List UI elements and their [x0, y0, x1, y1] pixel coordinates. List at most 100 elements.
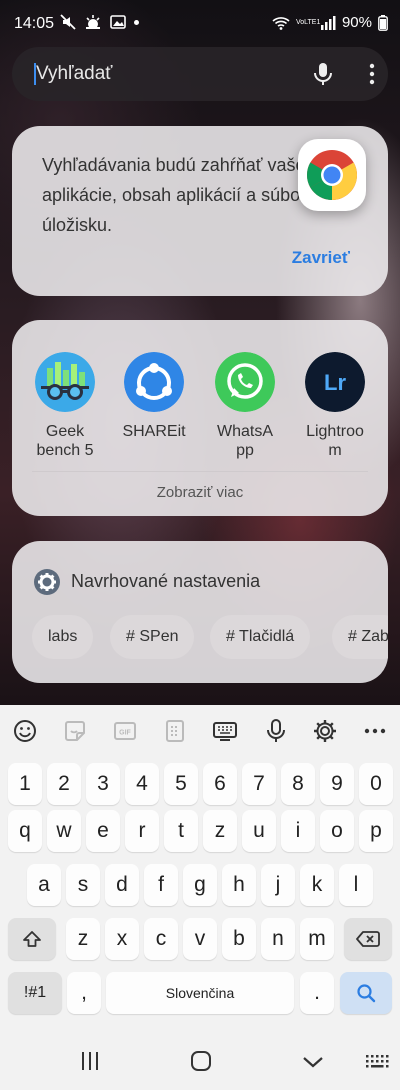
key-5[interactable]: 5	[164, 763, 198, 805]
key-0[interactable]: 0	[359, 763, 393, 805]
app-label: WhatsA pp	[216, 423, 273, 459]
backspace-key[interactable]	[344, 918, 392, 960]
app-whatsapp[interactable]: WhatsA pp	[205, 352, 285, 460]
shift-key[interactable]	[8, 918, 56, 960]
key-i[interactable]: i	[281, 810, 315, 852]
whatsapp-icon	[215, 352, 275, 412]
key-r[interactable]: r	[125, 810, 159, 852]
keyboard-grid-icon[interactable]	[365, 1054, 389, 1070]
app-label: Geek bench 5	[36, 423, 94, 459]
chip-tlacidla[interactable]: # Tlačidlá	[210, 615, 311, 659]
chip-spen[interactable]: # SPen	[110, 615, 195, 659]
more-options-icon[interactable]	[362, 61, 382, 87]
keyboard: GIF 1 2 3 4 5 6 7 8 9 0 q w e r t z u i …	[0, 705, 400, 1090]
app-label: SHAREit	[122, 423, 186, 440]
network-type-label: VoLTE1	[295, 19, 321, 26]
key-p[interactable]: p	[359, 810, 393, 852]
key-m[interactable]: m	[300, 918, 334, 960]
signal-icon	[320, 15, 336, 30]
comma-key[interactable]: ,	[67, 972, 101, 1014]
key-u[interactable]: u	[242, 810, 276, 852]
shareit-icon	[124, 352, 184, 412]
suggested-settings-card: Navrhované nastavenia labs # SPen # Tlač…	[12, 541, 388, 683]
space-key[interactable]: Slovenčina	[106, 972, 294, 1014]
back-chevron-icon[interactable]	[301, 1054, 325, 1070]
shift-icon	[23, 931, 41, 947]
key-a[interactable]: a	[27, 864, 61, 906]
key-3[interactable]: 3	[86, 763, 120, 805]
keyboard-icon[interactable]	[212, 718, 238, 744]
key-h[interactable]: h	[222, 864, 256, 906]
key-f[interactable]: f	[144, 864, 178, 906]
sticker-icon[interactable]	[62, 718, 88, 744]
key-2[interactable]: 2	[47, 763, 81, 805]
navigation-bar	[0, 1035, 400, 1090]
app-shareit[interactable]: SHAREit	[114, 352, 194, 441]
key-x[interactable]: x	[105, 918, 139, 960]
status-bar: 14:05 VoLTE1 90%	[0, 0, 400, 46]
keyboard-settings-icon[interactable]	[312, 718, 338, 744]
key-o[interactable]: o	[320, 810, 354, 852]
key-g[interactable]: g	[183, 864, 217, 906]
recent-apps-icon[interactable]	[78, 1050, 102, 1072]
keyboard-toolbar: GIF	[0, 705, 400, 757]
key-w[interactable]: w	[47, 810, 81, 852]
key-e[interactable]: e	[86, 810, 120, 852]
search-input[interactable]: Vyhľadať	[36, 63, 112, 85]
app-lightroom[interactable]: Lr Lightroo m	[295, 352, 375, 460]
key-v[interactable]: v	[183, 918, 217, 960]
svg-text:Lr: Lr	[324, 370, 346, 395]
chip-labs[interactable]: labs	[32, 615, 94, 659]
weather-icon	[86, 15, 100, 29]
key-s[interactable]: s	[66, 864, 100, 906]
key-z[interactable]: z	[203, 810, 237, 852]
close-notice-button[interactable]: Zavrieť	[292, 248, 350, 268]
key-9[interactable]: 9	[320, 763, 354, 805]
key-6[interactable]: 6	[203, 763, 237, 805]
settings-gear-icon	[34, 569, 60, 595]
search-icon	[357, 984, 376, 1003]
more-notifications-dot	[134, 19, 139, 25]
search-key[interactable]	[340, 972, 392, 1014]
home-icon[interactable]	[189, 1049, 213, 1073]
key-l[interactable]: l	[339, 864, 373, 906]
divider	[32, 471, 368, 472]
apps-results-card: Geek bench 5 SHAREit WhatsA pp Lr Lightr…	[12, 320, 388, 516]
key-d[interactable]: d	[105, 864, 139, 906]
emoji-icon[interactable]	[12, 718, 38, 744]
key-n[interactable]: n	[261, 918, 295, 960]
app-label: Lightroo m	[306, 423, 364, 459]
gif-icon[interactable]: GIF	[112, 718, 138, 744]
battery-percent: 90%	[341, 14, 372, 31]
symbols-key[interactable]: !#1	[8, 972, 62, 1014]
chip-zab[interactable]: # Zab	[332, 615, 388, 659]
key-4[interactable]: 4	[125, 763, 159, 805]
key-q[interactable]: q	[8, 810, 42, 852]
clipboard-icon[interactable]	[162, 718, 188, 744]
suggestion-chips: labs # SPen # Tlačidlá # Zab	[32, 615, 388, 661]
show-more-apps-button[interactable]: Zobraziť viac	[12, 484, 388, 501]
status-system-icons: VoLTE1 90%	[272, 14, 388, 31]
chrome-app-icon[interactable]	[298, 139, 366, 211]
key-1[interactable]: 1	[8, 763, 42, 805]
search-bar[interactable]: Vyhľadať	[12, 47, 388, 101]
key-c[interactable]: c	[144, 918, 178, 960]
gallery-icon	[110, 15, 126, 29]
key-7[interactable]: 7	[242, 763, 276, 805]
notice-message: Vyhľadávania budú zahŕňať vaše aplikácie…	[42, 155, 330, 235]
lightroom-icon: Lr	[305, 352, 365, 412]
geekbench-icon	[35, 352, 95, 412]
microphone-icon[interactable]	[310, 61, 336, 87]
key-t[interactable]: t	[164, 810, 198, 852]
key-8[interactable]: 8	[281, 763, 315, 805]
chrome-icon	[307, 150, 357, 200]
suggested-settings-title: Navrhované nastavenia	[71, 571, 261, 591]
period-key[interactable]: .	[300, 972, 334, 1014]
app-geekbench[interactable]: Geek bench 5	[25, 352, 105, 460]
key-j[interactable]: j	[261, 864, 295, 906]
key-k[interactable]: k	[300, 864, 334, 906]
voice-input-icon[interactable]	[263, 718, 289, 744]
key-y-z[interactable]: z	[66, 918, 100, 960]
more-options-icon[interactable]	[362, 718, 388, 744]
key-b[interactable]: b	[222, 918, 256, 960]
